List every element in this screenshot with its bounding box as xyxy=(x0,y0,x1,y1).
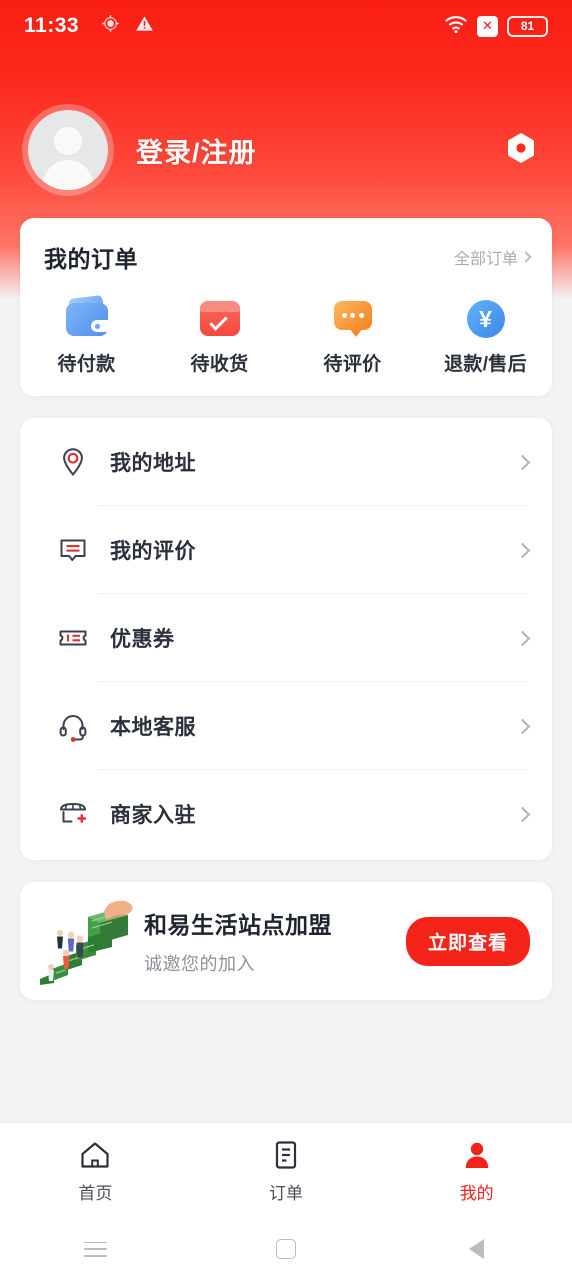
warning-icon xyxy=(135,14,154,38)
orders-title: 我的订单 xyxy=(44,246,138,272)
tab-home[interactable]: 首页 xyxy=(0,1138,191,1204)
app-screen: 11:33 ✕ 81 登录/注册 我的订单 全部订单 待付款 待收货 待评价 ¥… xyxy=(0,0,572,1280)
location-icon xyxy=(101,14,120,38)
orders-status-grid: 待付款 待收货 待评价 ¥ 退款/售后 xyxy=(20,294,552,376)
avatar[interactable] xyxy=(22,104,114,196)
coupon-ticket-icon xyxy=(56,621,90,655)
back-triangle-icon xyxy=(469,1239,485,1259)
order-status-pending-delivery[interactable]: 待收货 xyxy=(153,296,286,376)
bottom-tab-bar: 首页 订单 我的 xyxy=(0,1122,572,1218)
wallet-icon xyxy=(65,294,109,340)
orders-header: 我的订单 全部订单 xyxy=(20,240,552,274)
chevron-right-icon xyxy=(514,454,531,470)
login-register-link[interactable]: 登录/注册 xyxy=(136,131,257,170)
recents-icon xyxy=(83,1241,107,1257)
default-avatar-icon xyxy=(28,110,108,190)
person-icon xyxy=(460,1138,494,1172)
order-doc-icon xyxy=(269,1138,303,1172)
view-now-button[interactable]: 立即查看 xyxy=(405,916,530,966)
tab-mine[interactable]: 我的 xyxy=(381,1138,572,1204)
wifi-icon xyxy=(444,14,468,39)
status-time: 11:33 xyxy=(24,14,80,37)
menu-item-label: 我的评价 xyxy=(110,540,196,563)
recents-button[interactable] xyxy=(0,1241,191,1257)
menu-item-my-address[interactable]: 我的地址 xyxy=(20,418,552,506)
status-bar: 11:33 ✕ 81 xyxy=(0,0,572,52)
android-navigation-bar xyxy=(0,1218,572,1280)
battery-icon: 81 xyxy=(507,15,548,37)
order-status-pending-payment[interactable]: 待付款 xyxy=(20,294,153,376)
battery-level: 81 xyxy=(520,19,535,33)
franchise-banner[interactable]: 和易生活站点加盟 诚邀您的加入 立即查看 xyxy=(20,882,552,1000)
status-left-icons xyxy=(101,14,154,38)
menu-item-label: 我的地址 xyxy=(110,452,196,475)
order-status-label: 待评价 xyxy=(323,354,382,375)
order-status-label: 待付款 xyxy=(57,354,116,375)
home-button[interactable] xyxy=(191,1239,382,1259)
home-square-icon xyxy=(276,1239,296,1259)
menu-item-coupons[interactable]: 优惠券 xyxy=(20,594,552,682)
menu-item-merchant-signup[interactable]: 商家入驻 xyxy=(20,770,552,858)
status-right-icons: ✕ 81 xyxy=(444,14,548,39)
order-status-pending-review[interactable]: 待评价 xyxy=(286,296,419,376)
no-sim-icon: ✕ xyxy=(477,15,498,37)
my-orders-card: 我的订单 全部订单 待付款 待收货 待评价 ¥ 退款/售后 xyxy=(20,218,552,396)
menu-item-local-support[interactable]: 本地客服 xyxy=(20,682,552,770)
chevron-right-icon xyxy=(514,542,531,558)
chevron-right-icon xyxy=(514,806,531,822)
tab-label: 我的 xyxy=(459,1183,494,1203)
order-status-refund[interactable]: ¥ 退款/售后 xyxy=(419,296,552,376)
settings-gear-icon xyxy=(502,129,540,172)
all-orders-label: 全部订单 xyxy=(453,251,518,268)
banner-subtitle: 诚邀您的加入 xyxy=(144,954,255,974)
chat-bubble-icon xyxy=(331,296,375,340)
tab-label: 首页 xyxy=(78,1183,113,1203)
menu-item-label: 本地客服 xyxy=(110,716,196,739)
back-button[interactable] xyxy=(381,1239,572,1259)
comment-lines-icon xyxy=(56,533,90,567)
shop-plus-icon xyxy=(56,797,90,831)
home-icon xyxy=(78,1138,112,1172)
menu-item-label: 优惠券 xyxy=(110,628,175,651)
order-status-label: 待收货 xyxy=(190,354,249,375)
page-content: 我的订单 全部订单 待付款 待收货 待评价 ¥ 退款/售后 我的地址 我的评价 … xyxy=(0,196,572,1000)
chevron-right-icon xyxy=(514,718,531,734)
tab-label: 订单 xyxy=(269,1183,303,1203)
chevron-right-icon xyxy=(514,630,531,646)
profile-header: 登录/注册 xyxy=(0,52,572,196)
location-pin-icon xyxy=(56,445,90,479)
menu-item-my-reviews[interactable]: 我的评价 xyxy=(20,506,552,594)
all-orders-link[interactable]: 全部订单 xyxy=(453,245,532,269)
headset-icon xyxy=(56,709,90,743)
tab-orders[interactable]: 订单 xyxy=(191,1138,382,1204)
banner-title: 和易生活站点加盟 xyxy=(144,912,332,938)
box-check-icon xyxy=(198,296,242,340)
order-status-label: 退款/售后 xyxy=(444,354,527,375)
money-stairs-illustration xyxy=(36,895,134,987)
settings-button[interactable] xyxy=(500,129,542,171)
chevron-right-icon xyxy=(520,251,532,263)
banner-text: 和易生活站点加盟 诚邀您的加入 xyxy=(144,906,332,976)
menu-item-label: 商家入驻 xyxy=(110,804,196,827)
menu-card: 我的地址 我的评价 优惠券 本地客服 商家入驻 xyxy=(20,418,552,860)
yuan-refund-icon: ¥ xyxy=(464,296,508,340)
